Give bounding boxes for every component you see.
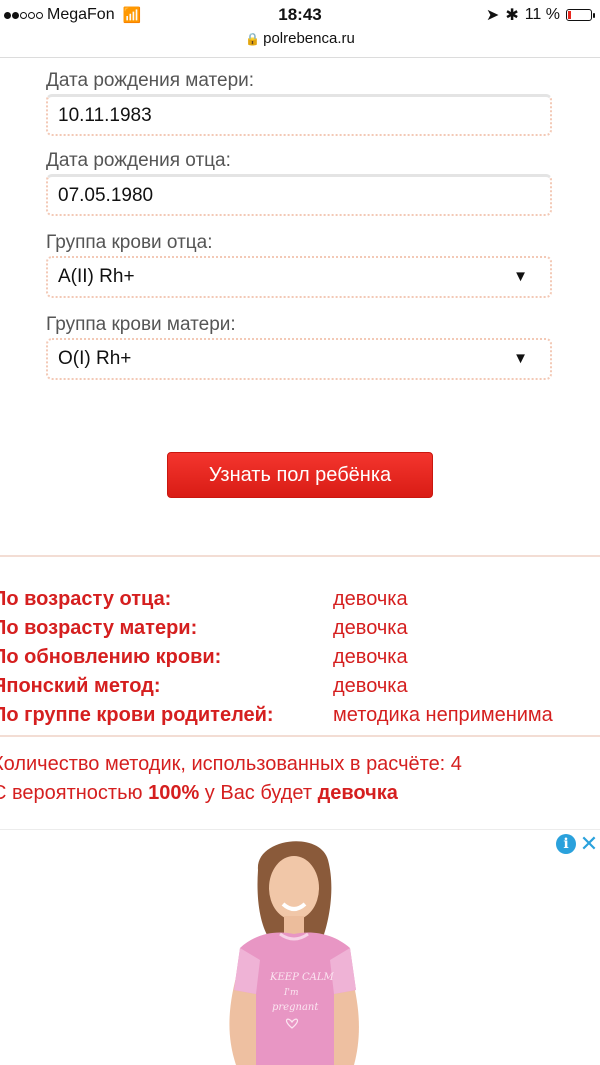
address-bar[interactable]: 🔒 polrebenca.ru xyxy=(0,30,600,54)
ad-image[interactable]: KEEP CALM I'm pregnant xyxy=(210,830,380,1065)
mother-blood-select[interactable]: O(I) Rh+ ▼ xyxy=(46,338,552,380)
result-row: Японский метод: девочка xyxy=(0,672,600,701)
result-value: девочка xyxy=(333,588,408,610)
probability-value: 100% xyxy=(148,782,200,804)
result-row: По возрасту отца: девочка xyxy=(0,585,600,614)
calculator-form: Дата рождения матери: 10.11.1983 Дата ро… xyxy=(46,68,552,380)
mother-birth-label: Дата рождения матери: xyxy=(46,70,255,91)
probability-middle: у Вас будет xyxy=(199,782,318,804)
father-birth-date-input[interactable]: 07.05.1980 xyxy=(46,174,552,216)
father-blood-select[interactable]: A(II) Rh+ ▼ xyxy=(46,256,552,298)
father-blood-label: Группа крови отца: xyxy=(46,232,213,253)
result-method: По возрасту отца: xyxy=(0,588,172,610)
location-arrow-icon: ➤ xyxy=(485,7,500,24)
result-row: По возрасту матери: девочка xyxy=(0,614,600,643)
divider xyxy=(0,57,600,58)
probability-text: С вероятностью 100% у Вас будет девочка xyxy=(0,779,600,808)
divider xyxy=(0,555,600,557)
result-method: По возрасту матери: xyxy=(0,617,198,639)
calculate-gender-button[interactable]: Узнать пол ребёнка xyxy=(167,452,433,498)
advertisement[interactable]: KEEP CALM I'm pregnant i ✕ xyxy=(0,830,600,1065)
mother-birth-date-input[interactable]: 10.11.1983 xyxy=(46,94,552,136)
result-value: девочка xyxy=(333,646,408,668)
battery-icon xyxy=(566,9,595,21)
divider xyxy=(0,735,600,737)
father-birth-label: Дата рождения отца: xyxy=(46,150,231,171)
url-text: polrebenca.ru xyxy=(263,30,355,47)
status-bar: MegaFon 📶 18:43 ➤ ✱ 11 % xyxy=(0,0,600,30)
close-icon[interactable]: ✕ xyxy=(578,833,600,855)
dropdown-arrow-icon: ▼ xyxy=(513,350,528,367)
svg-text:pregnant: pregnant xyxy=(272,1002,319,1013)
summary: Количество методик, использованных в рас… xyxy=(0,750,600,808)
mother-blood-value: O(I) Rh+ xyxy=(58,348,132,369)
lock-icon: 🔒 xyxy=(245,32,261,46)
probability-prefix: С вероятностью xyxy=(0,782,149,804)
battery-percent: 11 % xyxy=(524,6,560,23)
result-value: методика неприменима xyxy=(333,704,553,726)
svg-text:I'm: I'm xyxy=(283,988,299,998)
predicted-gender: девочка xyxy=(317,782,398,804)
result-method: По группе крови родителей: xyxy=(0,704,274,726)
svg-text:KEEP CALM: KEEP CALM xyxy=(269,972,334,983)
father-blood-value: A(II) Rh+ xyxy=(58,266,135,287)
result-value: девочка xyxy=(333,617,408,639)
result-row: По обновлению крови: девочка xyxy=(0,643,600,672)
results-list: По возрасту отца: девочка По возрасту ма… xyxy=(0,585,600,730)
mother-blood-label: Группа крови матери: xyxy=(46,314,236,335)
result-method: Японский метод: xyxy=(0,675,161,697)
result-row: По группе крови родителей: методика непр… xyxy=(0,701,600,730)
bluetooth-icon: ✱ xyxy=(505,7,519,24)
methods-count-text: Количество методик, использованных в рас… xyxy=(0,753,462,775)
result-value: девочка xyxy=(333,675,408,697)
result-method: По обновлению крови: xyxy=(0,646,222,668)
dropdown-arrow-icon: ▼ xyxy=(513,268,528,285)
ad-choices: i ✕ xyxy=(556,833,600,855)
status-right: ➤ ✱ 11 % xyxy=(485,5,595,25)
info-icon[interactable]: i xyxy=(556,834,576,854)
